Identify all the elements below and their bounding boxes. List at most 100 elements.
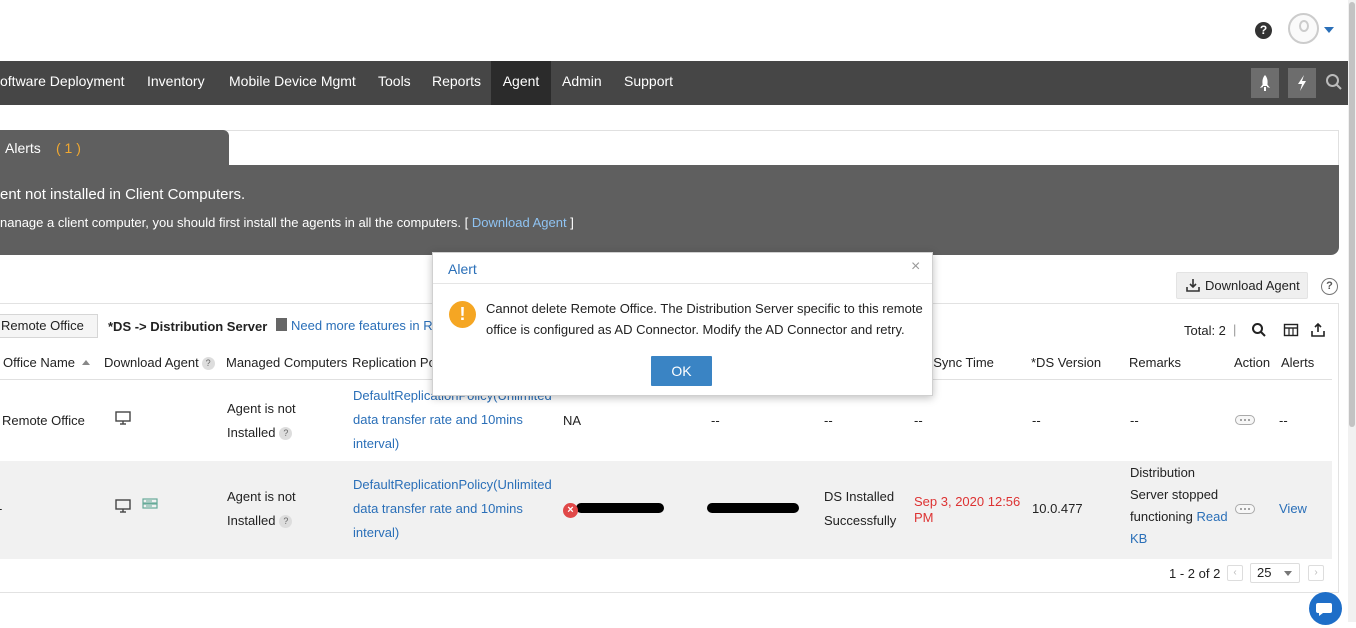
warning-icon: !: [449, 301, 476, 328]
redacted-ds-ip: [707, 503, 799, 513]
remarks-line1: Distribution: [1130, 465, 1196, 480]
col-remarks: Remarks: [1129, 355, 1182, 370]
monitor-icon[interactable]: [115, 411, 131, 425]
tab-alerts[interactable]: Alerts ( 1 ): [0, 130, 229, 166]
download-icon: [1186, 279, 1200, 292]
chevron-down-icon[interactable]: [1324, 27, 1334, 33]
export-icon[interactable]: [1310, 322, 1326, 338]
banner-title: ent not installed in Client Computers.: [0, 186, 246, 203]
banner-message-text: nanage a client computer, you should fir…: [0, 215, 472, 230]
features-link[interactable]: Need more features in Re: [276, 318, 440, 333]
download-agent-label: Download Agent: [1205, 278, 1300, 293]
nav-reports[interactable]: Reports: [421, 61, 492, 105]
col-ds-version[interactable]: *DS Version: [1031, 355, 1101, 370]
nav-admin[interactable]: Admin: [551, 61, 613, 105]
ds-status: DS Installed Successfully: [824, 485, 896, 533]
help-icon[interactable]: ?: [1321, 278, 1338, 295]
tab-alerts-count: ( 1 ): [56, 140, 81, 156]
nav-software-deployment[interactable]: oftware Deployment: [0, 61, 136, 105]
table-row: - Agent is not Installed? DefaultReplicat…: [0, 461, 1332, 559]
close-icon[interactable]: ×: [911, 258, 920, 276]
managed-status-line2: Installed: [227, 425, 276, 440]
ds-version: --: [1032, 413, 1041, 428]
error-icon: ×: [563, 503, 578, 518]
tab-alerts-label: Alerts: [5, 140, 41, 156]
last-sync-line1: Sep 3, 2020 12:56: [914, 494, 1021, 509]
ds-name: NA: [563, 413, 582, 428]
main-nav: oftware Deployment Inventory Mobile Devi…: [0, 61, 1348, 105]
read-kb-link[interactable]: Read: [1197, 509, 1228, 524]
dialog-header: Alert ×: [433, 253, 932, 284]
col-last-sync-time[interactable]: t Sync Time: [926, 355, 994, 370]
col-managed-computers: Managed Computers: [226, 355, 348, 370]
next-page-button[interactable]: ›: [1308, 565, 1324, 581]
ds-legend: *DS -> Distribution Server: [108, 319, 268, 334]
ds-status: --: [824, 413, 833, 428]
remarks: Distribution Server stopped functioning Re…: [1130, 462, 1228, 550]
help-icon[interactable]: ?: [201, 357, 215, 370]
search-icon[interactable]: [1325, 73, 1343, 91]
alert-banner: ent not installed in Client Computers. n…: [0, 165, 1339, 255]
nav-mobile-device-mgmt[interactable]: Mobile Device Mgmt: [218, 61, 367, 105]
remarks: --: [1130, 413, 1139, 428]
nav-inventory[interactable]: Inventory: [136, 61, 216, 105]
download-agent-button[interactable]: Download Agent: [1176, 272, 1308, 299]
more-actions-icon[interactable]: [1235, 504, 1255, 514]
nav-tools[interactable]: Tools: [367, 61, 422, 105]
prev-page-button[interactable]: ‹: [1227, 565, 1243, 581]
col-office-name[interactable]: Office Name: [3, 355, 91, 370]
sort-ascending-icon[interactable]: [82, 360, 91, 365]
view-alerts-link[interactable]: View: [1279, 497, 1307, 521]
ds-version: 10.0.477: [1032, 501, 1083, 516]
office-name: Remote Office: [2, 413, 85, 428]
ds-status-line1: DS Installed: [824, 489, 895, 504]
total-separator: |: [1233, 322, 1237, 337]
policy-line2: data transfer rate and 10mins: [353, 501, 523, 516]
top-header: ?: [0, 0, 1356, 61]
nav-support[interactable]: Support: [613, 61, 684, 105]
alert-dialog: Alert × ! Cannot delete Remote Office. T…: [432, 252, 933, 396]
server-icon[interactable]: [142, 498, 158, 512]
chevron-down-icon: [1284, 571, 1292, 576]
chat-icon[interactable]: [1309, 592, 1342, 625]
help-icon[interactable]: ?: [279, 515, 293, 528]
managed-status-line1: Agent is not: [227, 401, 296, 416]
lightning-icon[interactable]: [1288, 68, 1316, 98]
search-icon[interactable]: [1251, 322, 1267, 338]
col-replication-policy: Replication Po: [352, 355, 436, 370]
alerts-value: --: [1279, 413, 1288, 428]
banner-download-agent-link[interactable]: Download Agent: [472, 215, 567, 230]
col-office-name-label: Office Name: [3, 355, 76, 370]
managed-status: Agent is not Installed?: [227, 485, 296, 533]
rocket-icon[interactable]: [1251, 68, 1279, 98]
ok-button[interactable]: OK: [651, 356, 712, 386]
monitor-icon[interactable]: [115, 499, 131, 513]
ds-ip: --: [711, 413, 720, 428]
managed-status-line1: Agent is not: [227, 489, 296, 504]
last-sync: Sep 3, 2020 12:56 PM: [914, 494, 1020, 526]
col-alerts: Alerts: [1281, 355, 1315, 370]
remarks-line3: functioning: [1130, 509, 1193, 524]
nav-agent[interactable]: Agent: [491, 61, 551, 105]
read-kb-link-cont[interactable]: KB: [1130, 531, 1147, 546]
managed-status-line2: Installed: [227, 513, 276, 528]
vertical-scrollbar[interactable]: [1348, 0, 1356, 622]
policy-line2: data transfer rate and 10mins: [353, 412, 523, 427]
total-count: Total: 2: [1184, 323, 1226, 338]
table-columns-icon[interactable]: [1283, 322, 1299, 338]
add-remote-office-button[interactable]: Remote Office: [0, 314, 98, 338]
dialog-message: Cannot delete Remote Office. The Distrib…: [486, 301, 923, 337]
banner-message: nanage a client computer, you should fir…: [0, 215, 574, 230]
redacted-ds-name: [576, 503, 664, 513]
help-icon[interactable]: ?: [1255, 22, 1272, 39]
last-sync: --: [914, 413, 923, 428]
more-actions-icon[interactable]: [1235, 415, 1255, 425]
col-download-agent-label: Download Agent: [104, 355, 199, 370]
page-size-value: 25: [1257, 565, 1272, 580]
office-name: -: [0, 497, 2, 521]
page-size-select[interactable]: 25: [1250, 563, 1300, 583]
help-icon[interactable]: ?: [279, 427, 293, 440]
replication-policy-link[interactable]: DefaultReplicationPolicy(Unlimited data t…: [353, 473, 552, 545]
banner-message-suffix: ]: [566, 215, 574, 230]
avatar[interactable]: [1288, 13, 1319, 44]
